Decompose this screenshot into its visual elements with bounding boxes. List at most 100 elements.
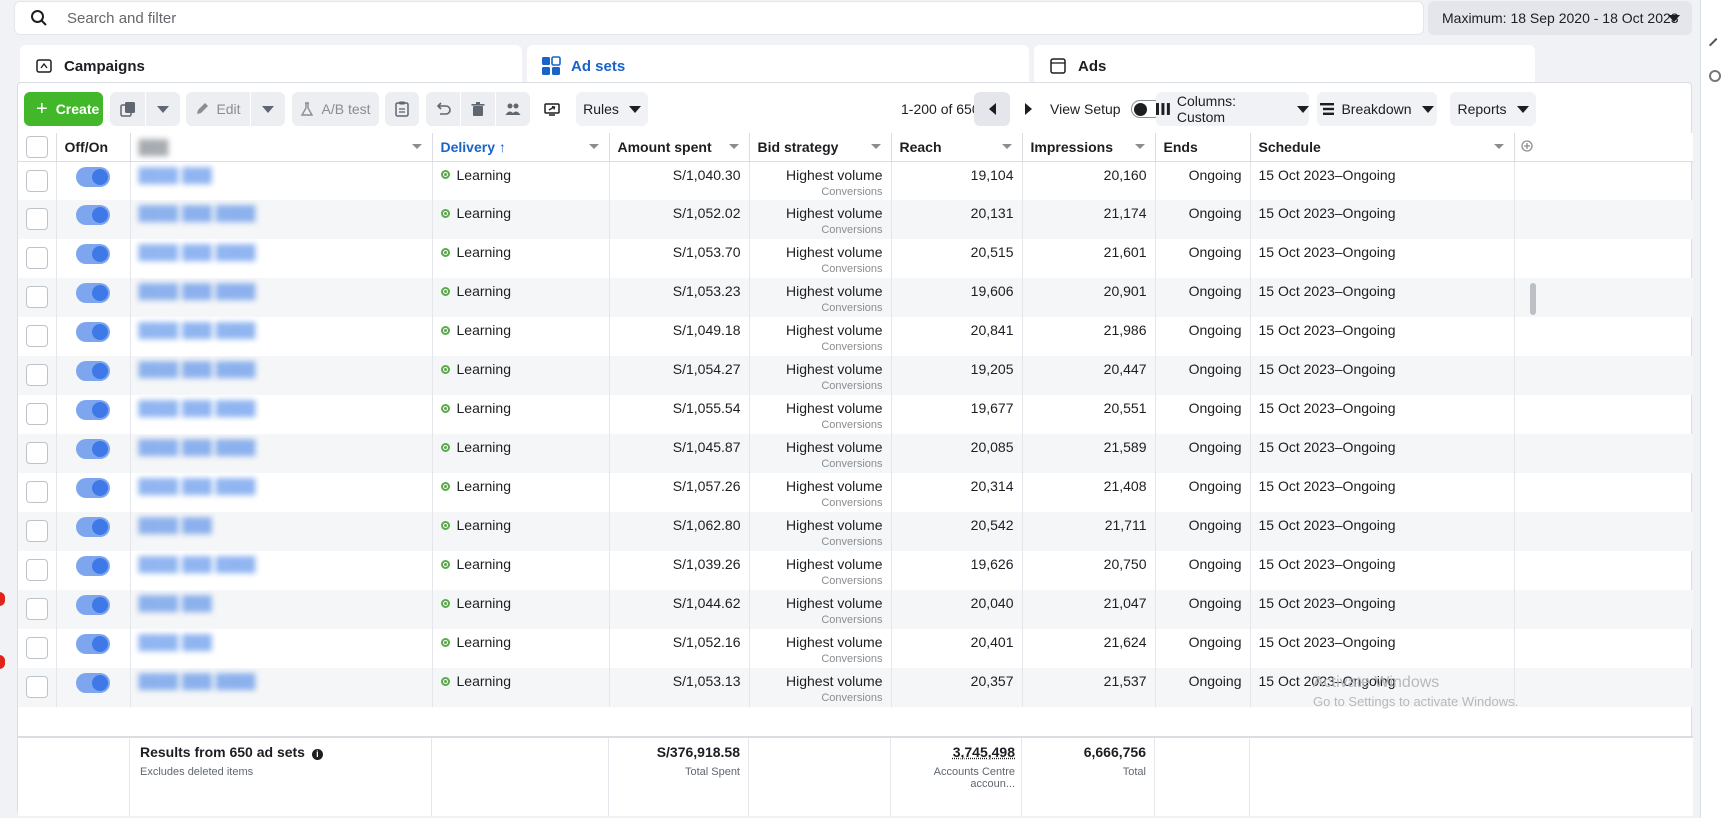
table-row[interactable]: ████ ███ ████ Learning S/1,055.54 Highes… [18, 395, 1693, 434]
edit-button[interactable]: Edit [186, 92, 250, 126]
row-checkbox[interactable] [25, 403, 48, 425]
table-row[interactable]: ████ ███ Learning S/1,040.30 Highest vol… [18, 161, 1693, 200]
row-checkbox[interactable] [25, 247, 48, 269]
tab-ads[interactable]: Ads [1034, 45, 1535, 87]
table-row[interactable]: ████ ███ ████ Learning S/1,049.18 Highes… [18, 317, 1693, 356]
reports-button[interactable]: Reports [1450, 92, 1536, 126]
ad-set-name[interactable]: ████ ███ ████ [139, 673, 256, 689]
previous-page-button[interactable] [974, 92, 1010, 126]
row-checkbox[interactable] [25, 286, 48, 308]
header-bid-strategy[interactable]: Bid strategy [749, 133, 892, 162]
on-off-toggle[interactable] [76, 244, 110, 264]
table-row[interactable]: ████ ███ Learning S/1,062.80 Highest vol… [18, 512, 1693, 551]
breakdown-button[interactable]: Breakdown [1317, 92, 1437, 126]
sort-icon[interactable] [870, 144, 881, 149]
table-row[interactable]: ████ ███ ████ Learning S/1,054.27 Highes… [18, 356, 1693, 395]
ad-set-name[interactable]: ████ ███ ████ [139, 400, 256, 416]
header-impressions[interactable]: Impressions [1022, 133, 1156, 162]
table-row[interactable]: ████ ███ ████ Learning S/1,053.70 Highes… [18, 239, 1693, 278]
row-checkbox[interactable] [25, 169, 48, 192]
table-row[interactable]: ████ ███ Learning S/1,044.62 Highest vol… [18, 590, 1693, 629]
on-off-toggle[interactable] [76, 322, 110, 342]
sort-icon[interactable] [1134, 144, 1145, 149]
ad-set-name-cell[interactable]: ████ ███ ████ [130, 200, 433, 239]
on-off-toggle[interactable] [76, 205, 110, 225]
header-reach[interactable]: Reach [891, 133, 1023, 162]
row-checkbox[interactable] [25, 208, 48, 230]
sort-icon[interactable] [728, 144, 739, 149]
on-off-toggle[interactable] [76, 517, 110, 537]
sort-icon[interactable] [1493, 144, 1504, 149]
help-icon[interactable] [1709, 70, 1721, 82]
row-checkbox[interactable] [25, 364, 48, 386]
on-off-toggle[interactable] [76, 673, 110, 693]
row-checkbox[interactable] [25, 559, 48, 581]
rules-button[interactable]: Rules [576, 92, 648, 126]
sort-icon[interactable] [411, 144, 422, 149]
ad-set-name[interactable]: ████ ███ ████ [139, 322, 256, 338]
table-row[interactable]: ████ ███ ████ Learning S/1,057.26 Highes… [18, 473, 1693, 512]
ad-set-name-cell[interactable]: ████ ███ ████ [130, 668, 433, 707]
on-off-toggle[interactable] [76, 361, 110, 381]
table-row[interactable]: ████ ███ ████ Learning S/1,045.87 Highes… [18, 434, 1693, 473]
undo-button[interactable] [426, 92, 460, 126]
on-off-toggle[interactable] [76, 400, 110, 420]
ad-set-name[interactable]: ████ ███ ████ [139, 283, 256, 299]
row-checkbox[interactable] [25, 481, 48, 503]
row-checkbox[interactable] [25, 676, 48, 698]
delete-button[interactable] [461, 92, 495, 126]
row-checkbox[interactable] [25, 598, 48, 620]
create-button[interactable]: + Create [24, 92, 103, 126]
table-row[interactable]: ████ ███ Learning S/1,052.16 Highest vol… [18, 629, 1693, 668]
ad-set-name-cell[interactable]: ████ ███ ████ [130, 278, 433, 317]
ad-set-name-cell[interactable]: ████ ███ ████ [130, 356, 433, 395]
on-off-toggle[interactable] [76, 634, 110, 654]
row-checkbox[interactable] [25, 520, 48, 542]
date-range-picker[interactable]: Maximum: 18 Sep 2020 - 18 Oct 2023 [1428, 1, 1692, 35]
ad-set-name-cell[interactable]: ████ ███ [130, 512, 433, 551]
ad-set-name-cell[interactable]: ████ ███ ████ [130, 317, 433, 356]
ad-set-name-cell[interactable]: ████ ███ ████ [130, 434, 433, 473]
ad-set-name[interactable]: ████ ███ ████ [139, 439, 256, 455]
ad-set-name-cell[interactable]: ████ ███ ████ [130, 473, 433, 512]
ad-set-name[interactable]: ████ ███ ████ [139, 361, 256, 377]
ab-test-button[interactable]: A/B test [292, 92, 379, 126]
on-off-toggle[interactable] [76, 166, 110, 187]
ad-set-name[interactable]: ████ ███ ████ [139, 478, 256, 494]
on-off-toggle[interactable] [76, 478, 110, 498]
ad-set-name[interactable]: ████ ███ [139, 595, 212, 611]
total-reach[interactable]: 3,745,498 [891, 744, 1015, 760]
next-page-button[interactable] [1010, 92, 1046, 126]
ad-set-name[interactable]: ████ ███ ████ [139, 205, 256, 221]
ad-set-name-cell[interactable]: ████ ███ [130, 629, 433, 668]
ad-set-name[interactable]: ████ ███ ████ [139, 556, 256, 572]
ad-set-name-cell[interactable]: ████ ███ [130, 590, 433, 629]
ad-set-name[interactable]: ████ ███ [139, 634, 212, 650]
ad-set-name-cell[interactable]: ████ ███ ████ [130, 239, 433, 278]
tab-campaigns[interactable]: Campaigns [20, 45, 522, 87]
columns-button[interactable]: Columns: Custom [1156, 92, 1309, 126]
on-off-toggle[interactable] [76, 595, 110, 615]
header-schedule[interactable]: Schedule [1250, 133, 1515, 162]
select-all-checkbox[interactable] [25, 136, 48, 159]
sort-icon[interactable] [1001, 144, 1012, 149]
duplicate-button[interactable] [110, 92, 145, 126]
table-row[interactable]: ████ ███ ████ Learning S/1,053.23 Highes… [18, 278, 1693, 317]
header-amount-spent[interactable]: Amount spent [609, 133, 750, 162]
tab-ad-sets[interactable]: Ad sets [527, 45, 1029, 87]
on-off-toggle[interactable] [76, 556, 110, 576]
on-off-toggle[interactable] [76, 283, 110, 303]
table-row[interactable]: ████ ███ ████ Learning S/1,052.02 Highes… [18, 200, 1693, 239]
row-checkbox[interactable] [25, 637, 48, 659]
clipboard-button[interactable] [385, 92, 419, 126]
table-row[interactable]: ████ ███ ████ Learning S/1,039.26 Highes… [18, 551, 1693, 590]
edit-dropdown-button[interactable] [251, 92, 285, 126]
header-name[interactable]: ███ [130, 133, 433, 162]
add-column-header[interactable] [1514, 133, 1693, 162]
search-input[interactable]: Search and filter [14, 1, 1424, 35]
duplicate-dropdown-button[interactable] [146, 92, 180, 126]
row-checkbox[interactable] [25, 442, 48, 464]
ad-set-name-cell[interactable]: ████ ███ ████ [130, 395, 433, 434]
header-delivery[interactable]: Delivery ↑ [432, 133, 610, 162]
ad-set-name[interactable]: ████ ███ ████ [139, 244, 256, 260]
